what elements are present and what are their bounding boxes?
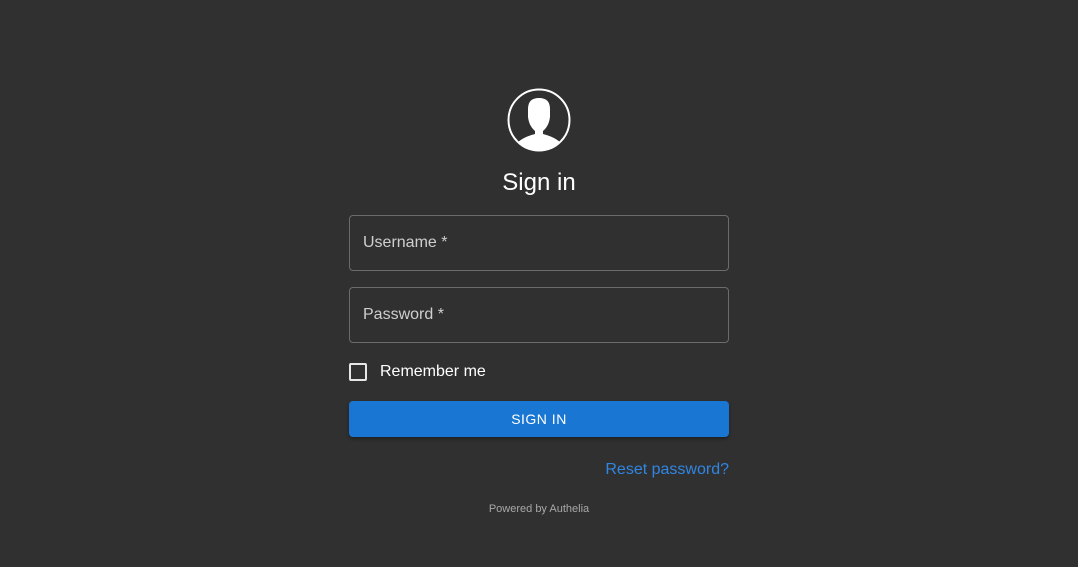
username-field[interactable]: Username * (349, 215, 729, 271)
password-field[interactable]: Password * (349, 287, 729, 343)
remember-me-label: Remember me (380, 363, 486, 380)
user-avatar-icon (507, 88, 571, 152)
password-input[interactable] (363, 288, 713, 342)
reset-password-link[interactable]: Reset password? (560, 461, 729, 479)
remember-me-checkbox[interactable]: Remember me (349, 361, 486, 383)
sign-in-button[interactable]: SIGN IN (349, 401, 729, 437)
page-title: Sign in (502, 169, 576, 196)
login-page: Sign in Username * Password * Remember m… (0, 0, 1078, 567)
checkbox-unchecked-icon[interactable] (349, 363, 367, 381)
powered-by-text: Powered by Authelia (488, 503, 590, 515)
username-input[interactable] (363, 216, 713, 270)
